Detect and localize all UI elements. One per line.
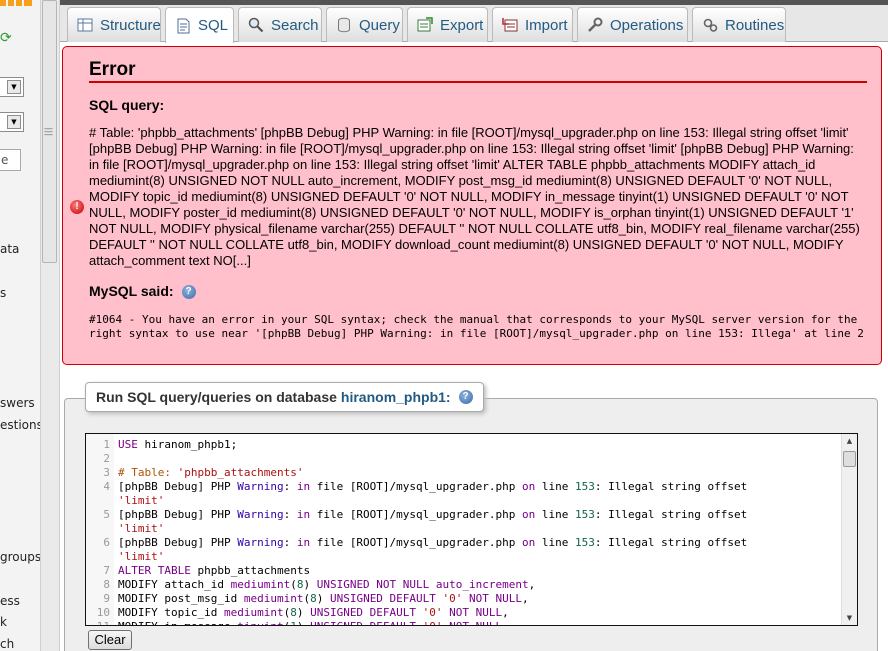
database-select[interactable]: ▼ xyxy=(0,112,24,132)
code-line: 7 ALTER TABLE phpbb_attachments xyxy=(103,564,311,577)
tab-label: Search xyxy=(271,16,319,34)
help-icon[interactable]: ? xyxy=(458,390,473,404)
code-line: 3 # Table: 'phpbb_attachments' xyxy=(103,466,304,479)
error-message-box: Error ! SQL query: # Table: 'phpbb_attac… xyxy=(62,46,882,365)
sidebar-item[interactable]: ata xyxy=(0,242,19,256)
export-icon xyxy=(417,17,433,33)
code-line: 9 MODIFY post_msg_id mediumint(8) UNSIGNE… xyxy=(103,592,529,605)
chevron-down-icon: ▼ xyxy=(7,115,21,129)
tab-routines[interactable]: Routines xyxy=(692,7,786,42)
table-filter-input[interactable]: e xyxy=(0,149,21,171)
mysql-said-heading: MySQL said:? xyxy=(89,283,196,300)
legend-text: Run SQL query/queries on database xyxy=(96,389,337,405)
reload-icon[interactable]: ⟳ xyxy=(0,30,12,46)
code-line: 8 MODIFY attach_id mediumint(8) UNSIGNED … xyxy=(103,578,536,591)
routines-icon xyxy=(702,17,718,33)
code-line: 11MODIFY in_message tinyint(1) UNSIGNED … xyxy=(86,620,846,625)
code-line: 5 [phpBB Debug] PHP Warning: in file [ROO… xyxy=(103,508,748,521)
tab-label: Export xyxy=(440,16,484,34)
sidebar-scrollbar[interactable]: — — — xyxy=(40,0,60,651)
breadcrumb-bar xyxy=(60,0,888,5)
error-title: Error xyxy=(89,59,136,80)
tab-label: SQL xyxy=(198,17,229,34)
code-line: 1 USE hiranom_phpb1; xyxy=(103,438,238,451)
search-icon xyxy=(248,17,264,33)
sidebar-item[interactable]: k xyxy=(0,615,7,629)
mysql-error-text: #1064 - You have an error in your SQL sy… xyxy=(89,313,864,340)
query-panel-legend: Run SQL query/queries on database hirano… xyxy=(85,382,484,412)
sidebar-item[interactable]: ess xyxy=(0,594,20,608)
operations-icon xyxy=(587,17,603,33)
error-divider xyxy=(89,81,867,83)
tab-bar: Structure SQL Search Query Export Import… xyxy=(60,0,888,43)
tab-structure[interactable]: Structure xyxy=(67,7,161,42)
error-icon: ! xyxy=(70,200,84,214)
tab-import[interactable]: Import xyxy=(492,7,573,42)
sidebar-item[interactable]: ch xyxy=(0,637,14,651)
code-line: 'limit' xyxy=(118,522,165,535)
tab-label: Query xyxy=(359,16,400,34)
tab-label: Operations xyxy=(610,16,684,34)
sql-editor[interactable]: 1 USE hiranom_phpb1; 2 3 # Table: 'phpbb_a… xyxy=(85,433,858,626)
tab-query[interactable]: Query xyxy=(326,7,403,42)
sql-query-text: # Table: 'phpbb_attachments' [phpBB Debu… xyxy=(89,125,860,268)
tab-label: Routines xyxy=(725,16,785,34)
query-icon xyxy=(336,17,352,33)
main-content: Structure SQL Search Query Export Import… xyxy=(60,0,888,651)
sql-query-label: SQL query: xyxy=(89,97,165,113)
help-icon[interactable]: ? xyxy=(181,285,196,300)
sidebar-item[interactable]: estions xyxy=(0,418,40,432)
code-line: 6 [phpBB Debug] PHP Warning: in file [ROO… xyxy=(103,536,748,549)
mysql-said-label: MySQL said: xyxy=(89,283,174,299)
code-line: 2 xyxy=(103,452,110,465)
scroll-up-icon[interactable]: ▲ xyxy=(842,434,857,448)
code-line: 10 MODIFY topic_id mediumint(8) UNSIGNED … xyxy=(96,606,509,619)
chevron-down-icon: ▼ xyxy=(7,80,21,94)
code-line: 'limit' xyxy=(118,494,165,507)
tab-label: Structure xyxy=(100,16,161,34)
phpmyadmin-logo xyxy=(0,0,32,6)
navigation-panel: ⟳ ▼ ▼ e ata s swers estions groups ess k… xyxy=(0,0,40,651)
database-link[interactable]: hiranom_phpb1: xyxy=(341,389,451,405)
tab-sql[interactable]: SQL xyxy=(165,7,234,43)
code-line: 4 [phpBB Debug] PHP Warning: in file [ROO… xyxy=(103,480,748,493)
editor-scrollbar[interactable]: ▲ ▼ xyxy=(841,434,857,625)
resize-grip-icon[interactable]: — — — xyxy=(44,125,53,140)
clear-button[interactable]: Clear xyxy=(88,630,132,650)
structure-icon xyxy=(77,17,93,33)
import-icon xyxy=(502,17,518,33)
tab-search[interactable]: Search xyxy=(238,7,322,42)
sidebar-item[interactable]: swers xyxy=(0,396,35,410)
tab-export[interactable]: Export xyxy=(407,7,488,42)
scrollbar-thumb[interactable] xyxy=(843,451,856,467)
tab-operations[interactable]: Operations xyxy=(577,7,688,42)
sidebar-item[interactable]: s xyxy=(0,286,6,300)
server-select[interactable]: ▼ xyxy=(0,77,24,97)
sidebar-item[interactable]: groups xyxy=(0,550,40,564)
sql-icon xyxy=(175,18,191,34)
scroll-down-icon[interactable]: ▼ xyxy=(842,611,857,625)
tab-label: Import xyxy=(525,16,568,34)
code-line: 'limit' xyxy=(118,550,165,563)
